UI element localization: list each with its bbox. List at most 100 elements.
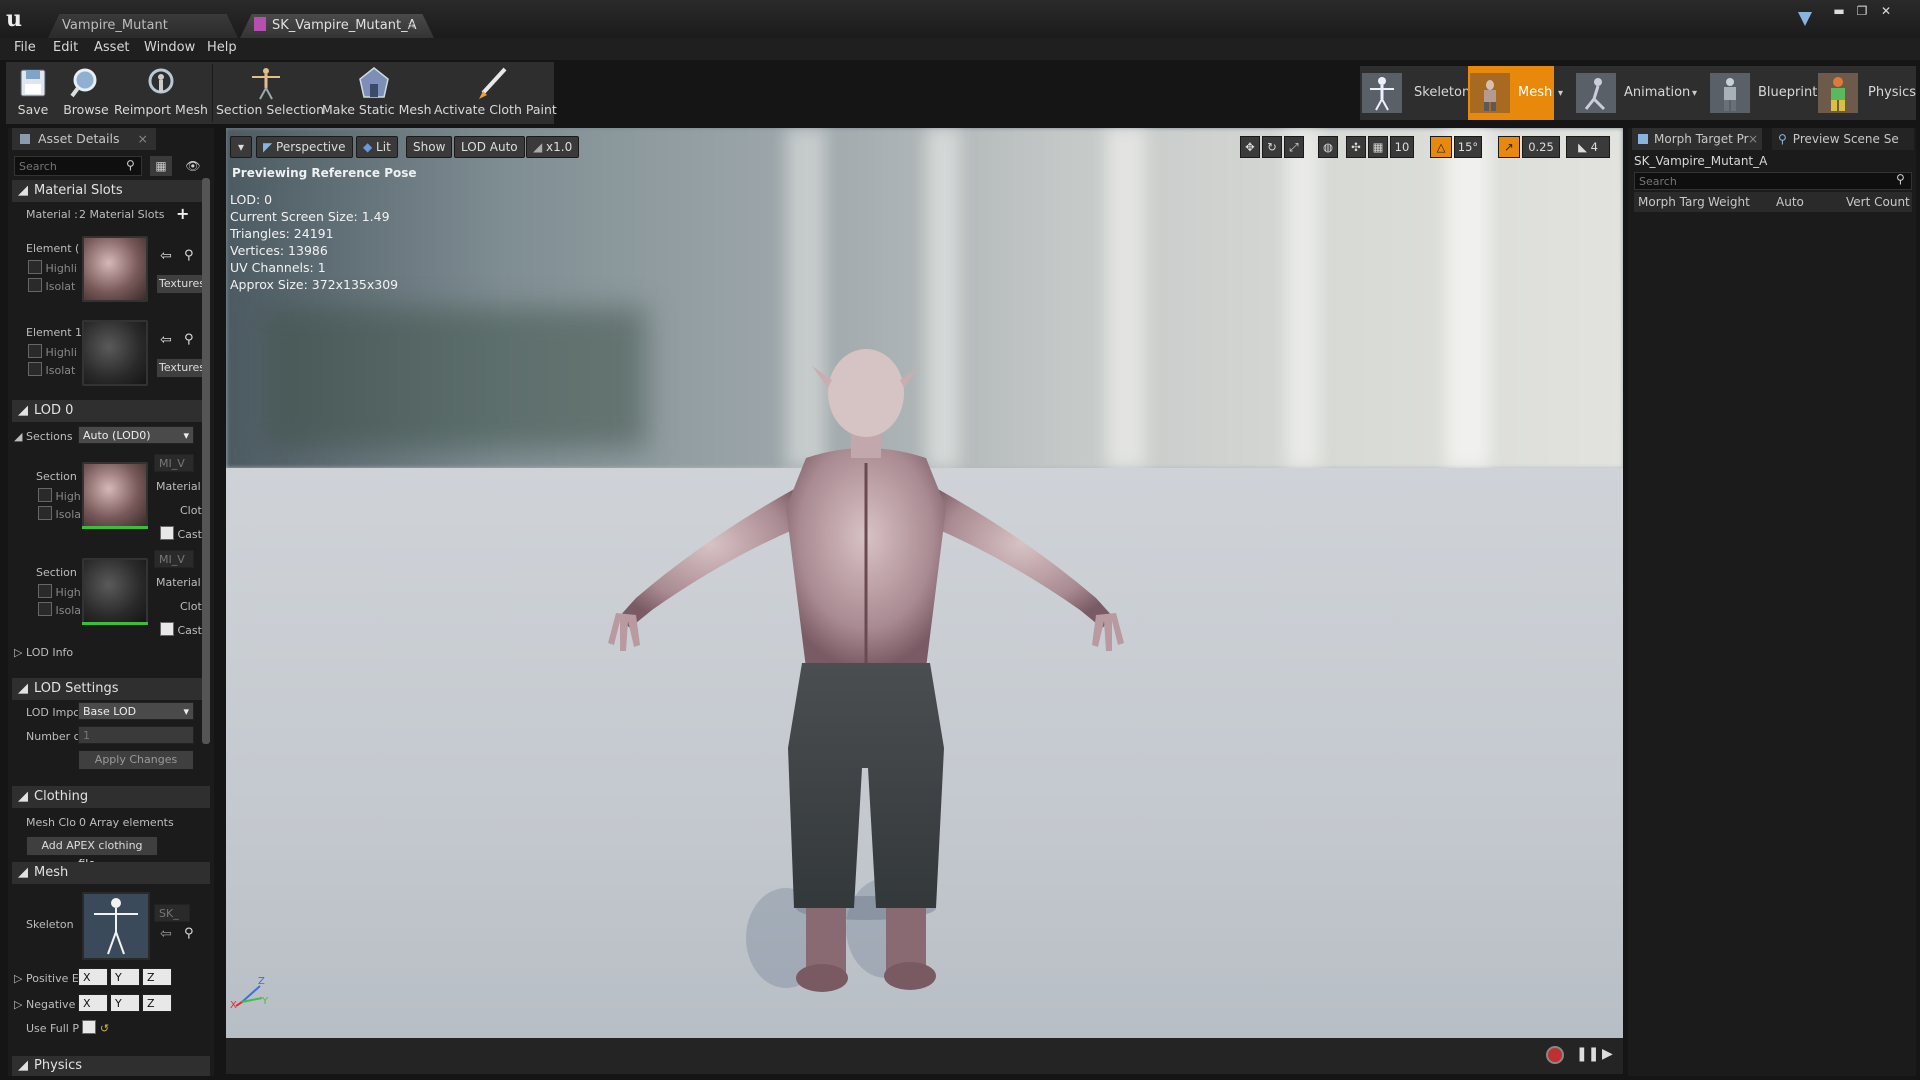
column-auto[interactable]: Auto — [1776, 195, 1804, 209]
menu-asset[interactable]: Asset — [94, 40, 130, 55]
tab-vampire-mutant[interactable]: Vampire_Mutant — [48, 14, 238, 38]
grid-snap-icon[interactable]: ▦ — [1368, 136, 1388, 158]
skeleton-dropdown[interactable]: SK_ — [154, 904, 190, 922]
lod-settings-header[interactable]: ◢ LOD Settings — [12, 678, 210, 700]
background-pillar — [1446, 128, 1490, 468]
rotation-snap-value[interactable]: 15° — [1454, 136, 1482, 158]
maximize-icon[interactable]: ❐ — [1851, 4, 1873, 18]
mode-animation[interactable]: Animation — [1574, 66, 1694, 120]
show-button[interactable]: Show — [406, 136, 453, 158]
viewport-options-button[interactable]: ▾ — [230, 136, 252, 158]
use-selected-icon[interactable]: ⇦ — [160, 926, 172, 942]
browse-asset-icon[interactable]: ⚲ — [184, 332, 194, 347]
close-tab-icon[interactable]: × — [407, 14, 416, 38]
mesh-header[interactable]: ◢ Mesh — [12, 862, 210, 884]
close-tab-icon[interactable]: × — [138, 128, 148, 150]
menu-window[interactable]: Window — [144, 40, 195, 55]
eye-icon[interactable]: 👁 — [178, 156, 208, 176]
section-material-thumbnail[interactable] — [82, 558, 148, 624]
add-apex-clothing-button[interactable]: Add APEX clothing file... — [26, 836, 158, 870]
make-static-mesh-button[interactable]: Make Static Mesh — [322, 62, 432, 124]
lod-import-dropdown[interactable]: Base LOD ▾ — [78, 702, 194, 720]
close-window-icon[interactable]: ✕ — [1875, 4, 1897, 18]
clothing-header[interactable]: ◢ Clothing — [12, 786, 210, 808]
column-weight[interactable]: Weight — [1708, 195, 1750, 209]
scale-snap-icon[interactable]: ↗ — [1498, 136, 1520, 158]
vampire-mutant-mesh[interactable] — [506, 208, 1226, 1008]
physics-mode-icon — [1818, 73, 1858, 113]
viewport[interactable]: Z Y X — [226, 128, 1623, 1038]
animation-dropdown-icon[interactable]: ▾ — [1692, 88, 1697, 99]
section-material-dropdown[interactable]: MI_V — [154, 454, 194, 472]
pause-icon[interactable]: ❚❚ — [1576, 1046, 1599, 1062]
skeleton-thumbnail[interactable] — [82, 892, 150, 960]
mode-physics[interactable]: Physics — [1818, 66, 1916, 120]
rotate-icon[interactable]: ↻ — [1262, 136, 1282, 158]
perspective-button[interactable]: ◤ Perspective — [256, 136, 353, 158]
grid-size-value[interactable]: 10 — [1390, 136, 1414, 158]
details-search-input[interactable] — [14, 156, 142, 176]
mode-blueprint[interactable]: Blueprint — [1708, 66, 1817, 120]
reimport-mesh-button[interactable]: Reimport Mesh — [114, 62, 208, 124]
material-thumbnail[interactable] — [82, 320, 148, 386]
close-tab-icon[interactable]: × — [1748, 128, 1758, 150]
activate-cloth-paint-button[interactable]: Activate Cloth Paint — [434, 62, 557, 124]
playback-speed-button[interactable]: ◢ x1.0 — [526, 136, 580, 158]
morph-search-input[interactable] — [1634, 172, 1912, 190]
tab-asset-details[interactable]: Asset Details × — [12, 128, 156, 150]
step-forward-icon[interactable]: ▶ — [1602, 1046, 1613, 1062]
scale-icon[interactable]: ⤢ — [1284, 136, 1304, 158]
browse-asset-icon[interactable]: ⚲ — [184, 248, 194, 263]
tab-preview-scene-settings[interactable]: ⚲ Preview Scene Se — [1772, 128, 1914, 150]
minimize-icon[interactable]: ▬ — [1828, 4, 1850, 18]
add-material-slot-icon[interactable]: + — [176, 204, 189, 223]
apply-changes-button[interactable]: Apply Changes — [78, 750, 194, 770]
column-vert-count[interactable]: Vert Count — [1846, 195, 1910, 209]
tab-label: SK_Vampire_Mutant_A — [272, 18, 417, 33]
menu-file[interactable]: File — [14, 40, 36, 55]
left-panel-scrollbar[interactable] — [202, 178, 210, 744]
mode-mesh[interactable]: Mesh — [1468, 66, 1554, 120]
positive-bounds-fields[interactable]: XYZ — [78, 968, 172, 986]
use-full-precision-checkbox[interactable]: ↺ — [82, 1020, 109, 1035]
menu-edit[interactable]: Edit — [53, 40, 78, 55]
unreal-logo-icon[interactable]: u — [6, 6, 32, 32]
camera-speed-button[interactable]: ◣ 4 — [1566, 136, 1610, 158]
browse-asset-icon[interactable]: ⚲ — [184, 926, 194, 941]
section-material-dropdown[interactable]: MI_V — [154, 550, 194, 568]
tab-sk-vampire-mutant-a[interactable]: SK_Vampire_Mutant_A × — [240, 14, 434, 38]
world-local-icon[interactable]: ◍ — [1318, 136, 1338, 158]
browse-button[interactable]: Browse — [60, 62, 112, 124]
column-morph-target[interactable]: Morph Targ — [1638, 195, 1705, 209]
surface-snap-icon[interactable]: ✣ — [1346, 136, 1366, 158]
number-of-lods-field[interactable]: 1 — [78, 726, 194, 744]
asset-name-label: SK_Vampire_Mutant_A — [1634, 154, 1768, 168]
tab-morph-target-preview[interactable]: Morph Target Pr × — [1632, 128, 1762, 150]
screen-size-stat: Current Screen Size: 1.49 — [230, 209, 390, 224]
search-icon: ⚲ — [1896, 172, 1905, 186]
lod0-header[interactable]: ◢ LOD 0 — [12, 400, 210, 422]
rotation-snap-icon[interactable]: △ — [1430, 136, 1452, 158]
mesh-dropdown-icon[interactable]: ▾ — [1558, 88, 1563, 99]
physics-header[interactable]: ◢ Physics — [12, 1056, 210, 1076]
lit-button[interactable]: ◆ Lit — [356, 136, 398, 158]
lod-auto-button[interactable]: LOD Auto — [454, 136, 525, 158]
material-thumbnail[interactable] — [82, 236, 148, 302]
reset-to-default-icon[interactable]: ↺ — [100, 1022, 109, 1035]
use-selected-icon[interactable]: ⇦ — [160, 332, 172, 348]
sections-dropdown[interactable]: Auto (LOD0) ▾ — [78, 426, 194, 444]
material-slots-header[interactable]: ◢ Material Slots — [12, 180, 210, 202]
scale-snap-value[interactable]: 0.25 — [1522, 136, 1560, 158]
record-icon[interactable] — [1546, 1046, 1564, 1064]
negative-bounds-fields[interactable]: XYZ — [78, 994, 172, 1012]
mode-skeleton[interactable]: Skeleton — [1362, 66, 1470, 120]
save-button[interactable]: Save — [8, 62, 58, 124]
section-selection-button[interactable]: Section Selection — [216, 62, 324, 124]
section-material-thumbnail[interactable] — [82, 462, 148, 528]
menu-bar — [0, 38, 1920, 60]
use-selected-icon[interactable]: ⇦ — [160, 248, 172, 264]
menu-help[interactable]: Help — [207, 40, 237, 55]
lod-info-expander[interactable]: ▷ LOD Info — [14, 646, 212, 659]
translate-icon[interactable]: ✥ — [1240, 136, 1260, 158]
view-options-icon[interactable]: ▦ — [150, 156, 172, 176]
